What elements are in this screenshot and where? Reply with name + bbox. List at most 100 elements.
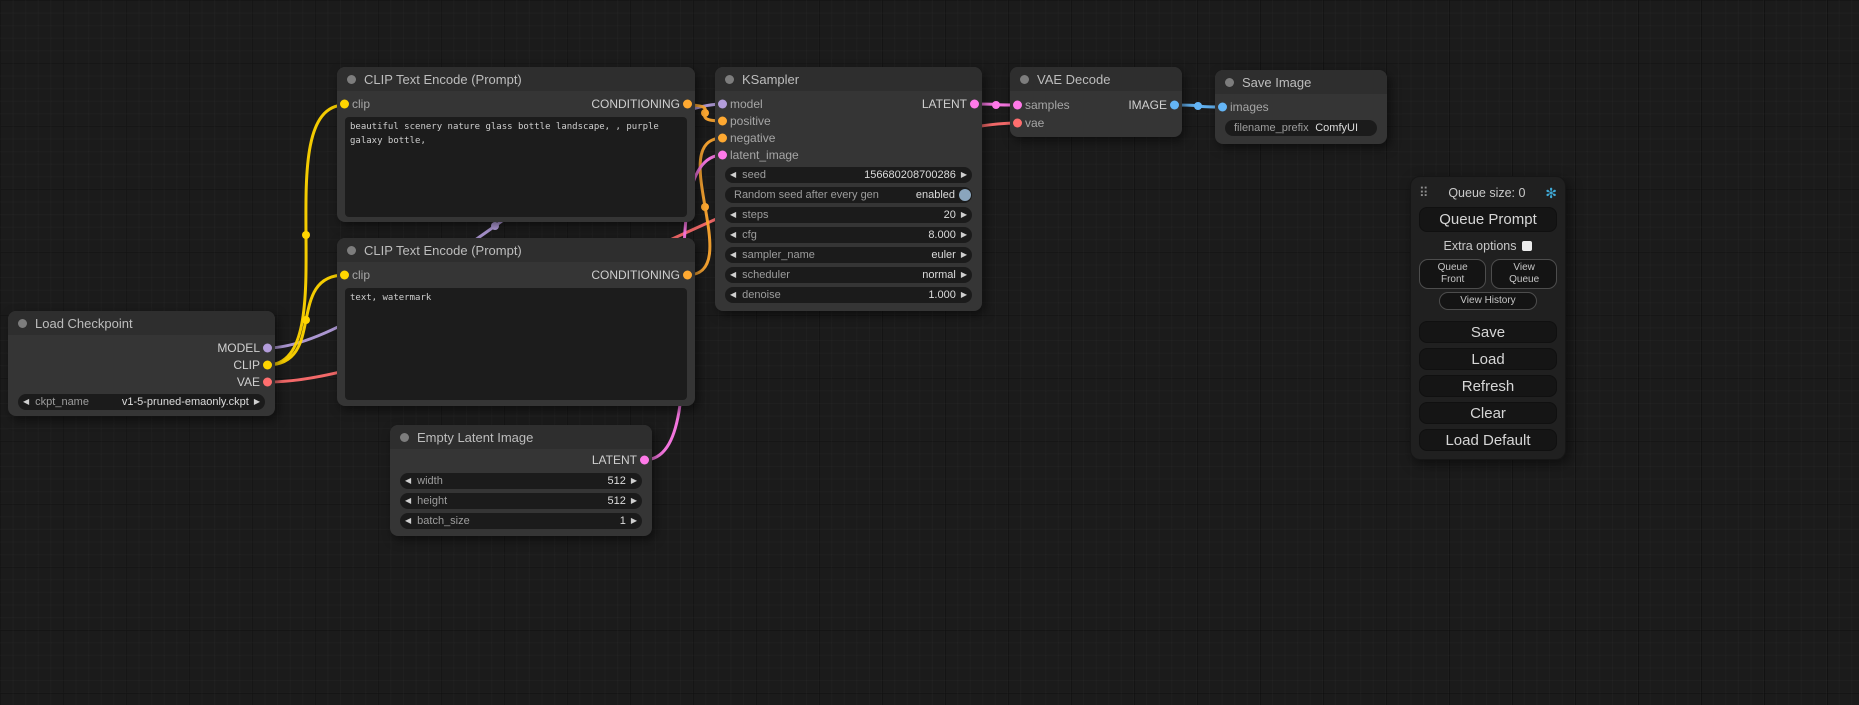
output-port-model[interactable]: [263, 343, 272, 352]
node-header[interactable]: KSampler: [715, 67, 982, 91]
load-button[interactable]: Load: [1419, 348, 1557, 370]
node-header[interactable]: Save Image: [1215, 70, 1387, 94]
widget-filename-prefix[interactable]: filename_prefix ComfyUI: [1225, 120, 1377, 136]
widget-random-seed-toggle[interactable]: Random seed after every gen enabled: [725, 187, 972, 203]
widget-width[interactable]: ◀ width 512 ▶: [400, 473, 642, 489]
input-port-samples[interactable]: [1013, 101, 1022, 110]
input-port-clip[interactable]: [340, 100, 349, 109]
input-slot-vae: vae: [1010, 114, 1182, 132]
decrement-arrow-icon[interactable]: ◀: [730, 231, 736, 239]
decrement-arrow-icon[interactable]: ◀: [23, 398, 29, 406]
collapse-dot-icon[interactable]: [725, 75, 734, 84]
settings-icon[interactable]: ✻: [1545, 185, 1557, 202]
node-empty-latent-image[interactable]: Empty Latent Image LATENT ◀ width 512 ▶ …: [390, 425, 652, 536]
collapse-dot-icon[interactable]: [347, 75, 356, 84]
prompt-textarea[interactable]: text, watermark: [345, 288, 687, 400]
increment-arrow-icon[interactable]: ▶: [961, 291, 967, 299]
widget-sampler-name[interactable]: ◀ sampler_name euler ▶: [725, 247, 972, 263]
clear-button[interactable]: Clear: [1419, 402, 1557, 424]
increment-arrow-icon[interactable]: ▶: [961, 171, 967, 179]
node-clip-text-encode-positive[interactable]: CLIP Text Encode (Prompt) clip CONDITION…: [337, 67, 695, 222]
increment-arrow-icon[interactable]: ▶: [631, 517, 637, 525]
increment-arrow-icon[interactable]: ▶: [631, 477, 637, 485]
queue-prompt-button[interactable]: Queue Prompt: [1419, 207, 1557, 232]
output-port-image[interactable]: [1170, 101, 1179, 110]
link-midpoint-dot: [491, 222, 499, 230]
widget-label: denoise: [742, 289, 781, 301]
output-port-latent[interactable]: [970, 99, 979, 108]
prompt-textarea[interactable]: beautiful scenery nature glass bottle la…: [345, 117, 687, 217]
widget-scheduler[interactable]: ◀ scheduler normal ▶: [725, 267, 972, 283]
node-header[interactable]: VAE Decode: [1010, 67, 1182, 91]
comfy-menu-panel[interactable]: ⠿ Queue size: 0 ✻ Queue Prompt Extra opt…: [1410, 176, 1566, 460]
increment-arrow-icon[interactable]: ▶: [961, 231, 967, 239]
toggle-knob-icon[interactable]: [959, 189, 971, 201]
output-port-conditioning[interactable]: [683, 100, 692, 109]
decrement-arrow-icon[interactable]: ◀: [730, 171, 736, 179]
node-clip-text-encode-negative[interactable]: CLIP Text Encode (Prompt) clip CONDITION…: [337, 238, 695, 406]
output-port-clip[interactable]: [263, 360, 272, 369]
queue-front-button[interactable]: Queue Front: [1419, 259, 1486, 289]
output-slot-model: MODEL: [8, 339, 275, 356]
widget-label: scheduler: [742, 269, 790, 281]
decrement-arrow-icon[interactable]: ◀: [405, 477, 411, 485]
node-header[interactable]: Load Checkpoint: [8, 311, 275, 335]
increment-arrow-icon[interactable]: ▶: [961, 271, 967, 279]
queue-buttons-row: Queue Front View Queue: [1419, 259, 1557, 289]
increment-arrow-icon[interactable]: ▶: [961, 251, 967, 259]
output-port-latent[interactable]: [640, 456, 649, 465]
collapse-dot-icon[interactable]: [400, 433, 409, 442]
increment-arrow-icon[interactable]: ▶: [631, 497, 637, 505]
input-port-model[interactable]: [718, 99, 727, 108]
output-port-vae[interactable]: [263, 377, 272, 386]
node-graph-canvas[interactable]: Load Checkpoint MODEL CLIP VAE ◀ ckpt_na…: [0, 0, 1859, 705]
input-port-negative[interactable]: [718, 133, 727, 142]
menu-drag-handle-icon[interactable]: ⠿: [1419, 185, 1429, 201]
output-port-conditioning[interactable]: [683, 271, 692, 280]
collapse-dot-icon[interactable]: [1020, 75, 1029, 84]
load-default-button[interactable]: Load Default: [1419, 429, 1557, 451]
widget-denoise[interactable]: ◀ denoise 1.000 ▶: [725, 287, 972, 303]
node-load-checkpoint[interactable]: Load Checkpoint MODEL CLIP VAE ◀ ckpt_na…: [8, 311, 275, 416]
node-title: CLIP Text Encode (Prompt): [364, 72, 522, 87]
input-port-positive[interactable]: [718, 116, 727, 125]
view-history-button[interactable]: View History: [1439, 292, 1536, 310]
decrement-arrow-icon[interactable]: ◀: [405, 517, 411, 525]
input-port-vae[interactable]: [1013, 119, 1022, 128]
widget-seed[interactable]: ◀ seed 156680208700286 ▶: [725, 167, 972, 183]
decrement-arrow-icon[interactable]: ◀: [730, 271, 736, 279]
view-queue-button[interactable]: View Queue: [1491, 259, 1557, 289]
input-port-clip[interactable]: [340, 271, 349, 280]
widget-value: 8.000: [928, 229, 956, 241]
node-header[interactable]: Empty Latent Image: [390, 425, 652, 449]
decrement-arrow-icon[interactable]: ◀: [730, 211, 736, 219]
widget-label: filename_prefix: [1234, 122, 1309, 134]
collapse-dot-icon[interactable]: [1225, 78, 1234, 87]
extra-options-checkbox[interactable]: [1522, 241, 1532, 251]
widget-label: cfg: [742, 229, 757, 241]
decrement-arrow-icon[interactable]: ◀: [730, 251, 736, 259]
output-slot-vae: VAE: [8, 373, 275, 390]
increment-arrow-icon[interactable]: ▶: [961, 211, 967, 219]
widget-cfg[interactable]: ◀ cfg 8.000 ▶: [725, 227, 972, 243]
widget-steps[interactable]: ◀ steps 20 ▶: [725, 207, 972, 223]
node-save-image[interactable]: Save Image images filename_prefix ComfyU…: [1215, 70, 1387, 144]
widget-value: 1.000: [928, 289, 956, 301]
input-port-latent-image[interactable]: [718, 150, 727, 159]
node-ksampler[interactable]: KSampler model LATENT positive negative …: [715, 67, 982, 311]
refresh-button[interactable]: Refresh: [1419, 375, 1557, 397]
widget-ckpt-name[interactable]: ◀ ckpt_name v1-5-pruned-emaonly.ckpt ▶: [18, 394, 265, 410]
widget-batch-size[interactable]: ◀ batch_size 1 ▶: [400, 513, 642, 529]
widget-height[interactable]: ◀ height 512 ▶: [400, 493, 642, 509]
decrement-arrow-icon[interactable]: ◀: [405, 497, 411, 505]
decrement-arrow-icon[interactable]: ◀: [730, 291, 736, 299]
node-header[interactable]: CLIP Text Encode (Prompt): [337, 238, 695, 262]
input-port-images[interactable]: [1218, 103, 1227, 112]
collapse-dot-icon[interactable]: [347, 246, 356, 255]
collapse-dot-icon[interactable]: [18, 319, 27, 328]
widget-label: seed: [742, 169, 766, 181]
increment-arrow-icon[interactable]: ▶: [254, 398, 260, 406]
node-header[interactable]: CLIP Text Encode (Prompt): [337, 67, 695, 91]
save-button[interactable]: Save: [1419, 321, 1557, 343]
node-vae-decode[interactable]: VAE Decode samples IMAGE vae: [1010, 67, 1182, 137]
